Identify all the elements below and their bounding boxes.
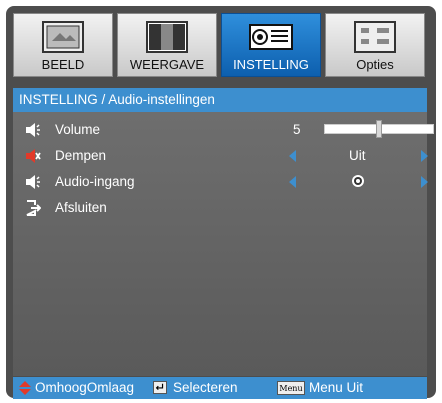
menu-key-icon: Menu	[277, 381, 305, 395]
volume-row[interactable]: Volume 5	[13, 119, 434, 141]
volume-slider-thumb[interactable]	[376, 120, 382, 138]
display-icon	[146, 21, 188, 53]
audio-input-label: Audio-ingang	[55, 174, 135, 189]
footer-select-label: Selecteren	[173, 380, 238, 395]
tab-label: WEERGAVE	[129, 57, 205, 72]
options-icon	[354, 21, 396, 53]
footer-bar: OmhoogOmlaag Selecteren Menu Menu Uit	[13, 377, 427, 399]
exit-row[interactable]: Afsluiten	[13, 197, 427, 219]
mute-row[interactable]: Dempen Uit	[13, 145, 428, 167]
tab-label: Opties	[356, 57, 394, 72]
mute-left-arrow-icon[interactable]	[289, 150, 296, 162]
up-down-icon	[19, 381, 31, 395]
mute-right-arrow-icon[interactable]	[421, 150, 428, 162]
audio-jack-icon	[352, 175, 364, 187]
tab-label: BEELD	[41, 57, 85, 72]
audio-input-row[interactable]: Audio-ingang	[13, 171, 428, 193]
volume-label: Volume	[55, 122, 101, 137]
menu-tabs: BEELD WEERGAVE INSTELLING Opties	[13, 13, 427, 77]
exit-icon	[26, 200, 41, 216]
settings-panel: Volume 5 Dempen Uit Audio-ingang Afsluit…	[13, 112, 434, 376]
tab-opties[interactable]: Opties	[325, 13, 425, 77]
audio-input-right-arrow-icon[interactable]	[421, 176, 428, 188]
tab-label: INSTELLING	[233, 57, 309, 72]
mute-label: Dempen	[55, 148, 107, 163]
exit-label: Afsluiten	[55, 200, 107, 215]
tab-instelling[interactable]: INSTELLING	[221, 13, 321, 77]
mute-value: Uit	[349, 148, 366, 163]
tab-beeld[interactable]: BEELD	[13, 13, 113, 77]
mute-icon	[26, 149, 41, 163]
footer-nav-label: OmhoogOmlaag	[35, 380, 135, 395]
image-icon	[42, 21, 84, 53]
footer-menu-label: Menu Uit	[309, 380, 364, 395]
speaker-icon	[26, 175, 40, 189]
speaker-icon	[26, 123, 40, 137]
audio-input-left-arrow-icon[interactable]	[289, 176, 296, 188]
breadcrumb: INSTELLING / Audio-instellingen	[13, 88, 427, 112]
volume-slider[interactable]	[324, 120, 434, 138]
volume-value: 5	[293, 122, 301, 137]
projector-icon	[249, 24, 293, 50]
enter-key-icon	[153, 381, 167, 394]
tab-weergave[interactable]: WEERGAVE	[117, 13, 217, 77]
